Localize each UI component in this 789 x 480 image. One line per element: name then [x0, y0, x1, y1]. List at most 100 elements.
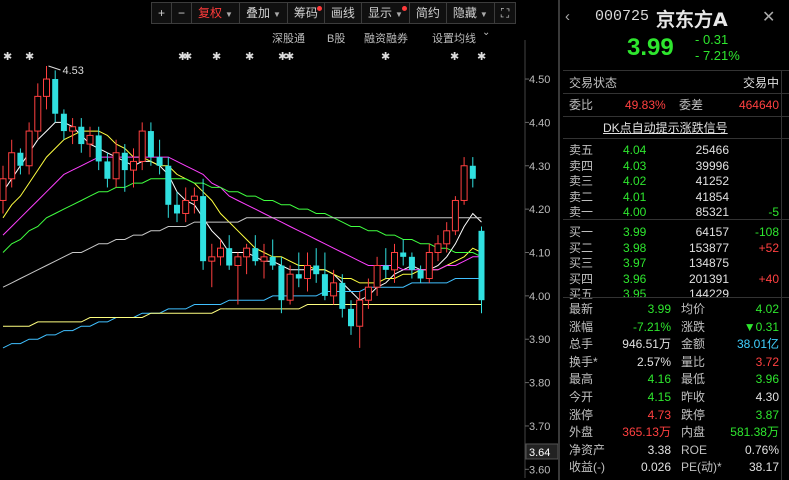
- level-delta: -5: [768, 205, 779, 220]
- divider: [563, 116, 789, 117]
- last-price: 3.99: [627, 34, 674, 61]
- stat-value: 38.17: [748, 460, 779, 475]
- candle-body: [174, 204, 180, 214]
- ma-settings-link[interactable]: 设置均线: [432, 30, 476, 46]
- candle-body: [252, 248, 259, 262]
- dk-signal-link[interactable]: DK点自动提示涨跌信号: [603, 119, 728, 136]
- stat-label: 最低: [681, 372, 706, 387]
- candle-body: [52, 79, 59, 114]
- stat-value: 581.38万: [730, 425, 779, 440]
- caret-down-icon: ▼: [394, 10, 403, 19]
- kline-chart-area[interactable]: + − 复权 ▼ 叠加 ▼ 筹码 画线 显示 ▼ 简约 隐藏 ▼ ⛶ 深股通 B股 融资…: [0, 0, 558, 480]
- level-volume: 39996: [695, 158, 729, 173]
- ask-row[interactable]: 卖三 4.02 41252: [569, 173, 779, 189]
- candle-body: [382, 265, 389, 270]
- candle-body: [460, 165, 468, 201]
- rongzi-link[interactable]: 融资融券: [364, 30, 408, 46]
- ask-row[interactable]: 卖四 4.03 39996: [569, 158, 779, 174]
- level-price: 4.02: [623, 174, 647, 189]
- level-delta: +40: [758, 271, 779, 286]
- fuquan-button[interactable]: 复权 ▼: [191, 2, 240, 24]
- candle-body: [234, 256, 242, 267]
- candle-body: [8, 152, 16, 180]
- stat-value: 2.57%: [636, 354, 671, 369]
- level-volume: 41252: [695, 174, 729, 189]
- level-price: 3.99: [623, 225, 647, 239]
- stat-value: ▼0.31: [743, 319, 779, 334]
- candle-body: [400, 252, 407, 257]
- event-marker-icon: ✱: [285, 51, 294, 63]
- ma-line: [2, 217, 482, 288]
- stat-value: 4.02: [755, 302, 779, 316]
- side-strip: [781, 70, 789, 480]
- candle-body: [182, 199, 190, 214]
- divider: [563, 219, 789, 220]
- ma-line: [2, 278, 482, 349]
- stat-value: 4.16: [647, 372, 671, 387]
- jianyue-button[interactable]: 简约: [408, 2, 447, 24]
- chevron-down-icon[interactable]: ⌄: [482, 27, 490, 38]
- y-tick-label: 3.70: [529, 421, 550, 433]
- level-volume: 64157: [695, 225, 729, 239]
- candle-body: [313, 265, 320, 275]
- ask-row[interactable]: 卖二 4.01 41854: [569, 189, 779, 205]
- high-marker-line: [48, 65, 61, 71]
- stat-row: 今开 4.15 昨收 4.30: [569, 388, 779, 406]
- stat-label: 跌停: [681, 407, 706, 422]
- divider: [563, 93, 789, 94]
- candle-body: [25, 130, 33, 167]
- chart-toolbar: + − 复权 ▼ 叠加 ▼ 筹码 画线 显示 ▼ 简约 隐藏 ▼ ⛶: [151, 2, 517, 24]
- candle-body: [69, 126, 77, 132]
- expand-icon[interactable]: ⛶: [493, 2, 517, 24]
- chouma-button[interactable]: 筹码: [286, 2, 325, 24]
- level-label: 卖三: [569, 174, 594, 189]
- stat-value: 3.96: [755, 372, 779, 387]
- candle-body: [425, 251, 433, 280]
- event-marker-icon: ✱: [178, 51, 187, 63]
- candle-body: [286, 273, 294, 301]
- ask-row[interactable]: 卖五 4.04 25466: [569, 142, 779, 158]
- zoom-in-button[interactable]: +: [151, 2, 173, 24]
- y-tick-label: 4.10: [529, 247, 550, 259]
- level-label: 买二: [569, 240, 594, 255]
- level-label: 买四: [569, 271, 594, 286]
- stat-value: 38.01亿: [736, 337, 779, 352]
- close-icon[interactable]: ✕: [762, 7, 775, 27]
- ask-row[interactable]: 卖一 4.00 85321 -5: [569, 204, 779, 220]
- level-volume: 134875: [688, 256, 729, 271]
- stat-label: 内盘: [681, 425, 706, 440]
- candle-body: [200, 196, 207, 262]
- shengutong-link[interactable]: 深股通: [272, 30, 305, 46]
- caret-down-icon: ▼: [479, 10, 488, 19]
- stat-label: 昨收: [681, 390, 706, 404]
- candle-body: [104, 161, 111, 179]
- candle-body: [165, 165, 172, 205]
- candle-body: [348, 308, 354, 327]
- xianshi-button[interactable]: 显示 ▼: [360, 2, 410, 24]
- left-arrow-icon[interactable]: ‹: [565, 8, 570, 25]
- event-marker-icon: ✱: [183, 51, 192, 63]
- event-marker-icon: ✱: [477, 51, 486, 63]
- candle-body: [43, 78, 50, 97]
- yincang-button[interactable]: 隐藏 ▼: [445, 2, 495, 24]
- zoom-out-button[interactable]: −: [171, 2, 193, 24]
- candle-body: [60, 113, 67, 132]
- candle-body: [373, 265, 381, 288]
- bid-row[interactable]: 买四 3.96 201391 +40: [569, 271, 779, 287]
- bgu-link[interactable]: B股: [327, 30, 345, 46]
- level-label: 卖五: [569, 143, 594, 157]
- candle-body: [95, 135, 102, 162]
- stat-row: 换手* 2.57% 量比 3.72: [569, 353, 779, 371]
- bid-row[interactable]: 买一 3.99 64157 -108: [569, 224, 779, 240]
- current-price-box: [525, 443, 558, 460]
- level-label: 卖四: [569, 158, 594, 173]
- stat-label: 涨跌: [681, 319, 706, 334]
- huaxian-button[interactable]: 画线: [323, 2, 362, 24]
- level-price: 4.00: [623, 205, 647, 220]
- stat-label: 金额: [681, 337, 706, 352]
- bid-row[interactable]: 买三 3.97 134875: [569, 255, 779, 271]
- stat-value: 0.026: [640, 460, 671, 475]
- bid-row[interactable]: 买二 3.98 153877 +52: [569, 240, 779, 256]
- price-change-pct: - 7.21%: [695, 48, 740, 63]
- diejia-button[interactable]: 叠加 ▼: [238, 2, 288, 24]
